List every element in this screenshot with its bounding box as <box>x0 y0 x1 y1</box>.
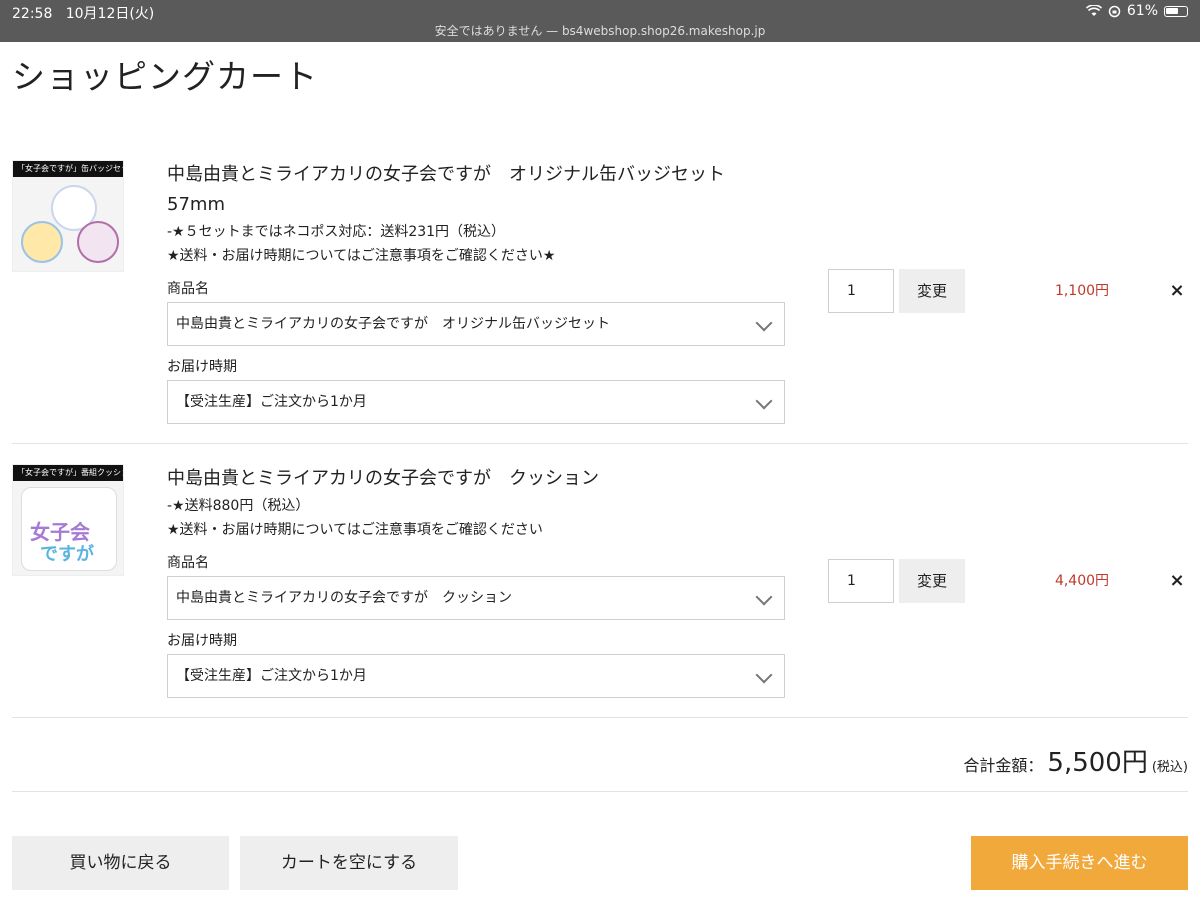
address-bar-url[interactable]: 安全ではありません — bs4webshop.shop26.makeshop.j… <box>0 22 1200 39</box>
caution-note: ★送料・お届け時期についてはご注意事項をご確認ください★ <box>167 248 556 264</box>
remove-item-icon[interactable]: × <box>1162 559 1192 603</box>
delivery-field-label: お届け時期 <box>167 359 237 375</box>
item-price: 4,400円 <box>1054 573 1110 589</box>
item-divider <box>12 443 1188 444</box>
thumbnail-caption: 「女子会ですが」缶バッジセット 57mm <box>13 161 123 177</box>
status-indicators: 61% <box>1085 3 1188 19</box>
total-value: 5,500円 <box>1047 748 1148 778</box>
product-field-label: 商品名 <box>167 281 209 297</box>
change-quantity-button[interactable]: 変更 <box>899 269 965 313</box>
empty-cart-button[interactable]: カートを空にする <box>240 836 458 890</box>
product-select[interactable]: 中島由貴とミライアカリの女子会ですが オリジナル缶バッジセット <box>167 302 785 346</box>
badge-set-artwork <box>19 185 119 269</box>
status-date: 10月12日(火) <box>65 6 155 22</box>
delivery-select-value: 【受注生産】ご注文から1か月 <box>176 668 367 684</box>
remove-item-icon[interactable]: × <box>1162 269 1192 313</box>
product-thumbnail[interactable]: 「女子会ですが」缶バッジセット 57mm <box>12 160 124 272</box>
battery-percent: 61% <box>1126 3 1158 19</box>
item-details: 中島由貴とミライアカリの女子会ですが オリジナル缶バッジセット 57mm -★５セ… <box>167 160 787 424</box>
delivery-select[interactable]: 【受注生産】ご注文から1か月 <box>167 654 785 698</box>
delivery-select[interactable]: 【受注生産】ご注文から1か月 <box>167 380 785 424</box>
product-field-label: 商品名 <box>167 555 209 571</box>
caution-note: ★送料・お届け時期についてはご注意事項をご確認ください <box>167 522 543 538</box>
product-select-value: 中島由貴とミライアカリの女子会ですが クッション <box>176 590 512 606</box>
character-badge-right <box>77 221 119 263</box>
status-time: 22:58 <box>12 6 53 22</box>
product-select-value: 中島由貴とミライアカリの女子会ですが オリジナル缶バッジセット <box>176 316 610 332</box>
battery-icon <box>1164 5 1188 17</box>
cushion-logo-text-2: ですが <box>40 544 94 565</box>
total-label: 合計金額： <box>963 756 1044 775</box>
product-thumbnail[interactable]: 「女子会ですが」番組クッション 女子会 ですが <box>12 464 124 576</box>
chevron-down-icon <box>755 588 773 606</box>
item-divider <box>12 717 1188 718</box>
product-name-line1: 中島由貴とミライアカリの女子会ですが オリジナル缶バッジセット <box>167 164 725 185</box>
quantity-input[interactable]: 1 <box>828 269 894 313</box>
product-name[interactable]: 中島由貴とミライアカリの女子会ですが クッション <box>167 464 787 494</box>
cushion-artwork: 女子会 ですが <box>21 487 117 571</box>
back-to-shopping-button[interactable]: 買い物に戻る <box>12 836 229 890</box>
quantity-input[interactable]: 1 <box>828 559 894 603</box>
thumbnail-caption: 「女子会ですが」番組クッション <box>13 465 123 481</box>
item-price: 1,100円 <box>1054 283 1110 299</box>
delivery-select-value: 【受注生産】ご注文から1か月 <box>176 394 367 410</box>
product-name-line2: 57mm <box>167 194 225 215</box>
change-quantity-button[interactable]: 変更 <box>899 559 965 603</box>
page-title: ショッピングカート <box>12 57 318 96</box>
status-bar: 22:58 10月12日(火) 61% 安全ではありません — bs4websh… <box>0 0 1200 42</box>
character-badge-left <box>21 221 63 263</box>
item-details: 中島由貴とミライアカリの女子会ですが クッション -★送料880円（税込） ★送… <box>167 464 787 698</box>
delivery-field-label: お届け時期 <box>167 633 237 649</box>
total-tax-note: (税込) <box>1151 760 1188 775</box>
total-divider <box>12 791 1188 792</box>
product-select[interactable]: 中島由貴とミライアカリの女子会ですが クッション <box>167 576 785 620</box>
chevron-down-icon <box>755 392 773 410</box>
checkout-button[interactable]: 購入手続きへ進む <box>971 836 1188 890</box>
status-time-date: 22:58 10月12日(火) <box>12 3 154 23</box>
chevron-down-icon <box>755 314 773 332</box>
shipping-note: -★５セットまではネコポス対応：送料231円（税込） <box>167 224 506 240</box>
shipping-note: -★送料880円（税込） <box>167 498 310 514</box>
orientation-lock-icon <box>1108 5 1121 17</box>
chevron-down-icon <box>755 666 773 684</box>
order-total: 合計金額： 5,500円 (税込) <box>963 742 1188 779</box>
wifi-icon <box>1085 5 1102 16</box>
product-name[interactable]: 中島由貴とミライアカリの女子会ですが オリジナル缶バッジセット 57mm <box>167 160 787 220</box>
